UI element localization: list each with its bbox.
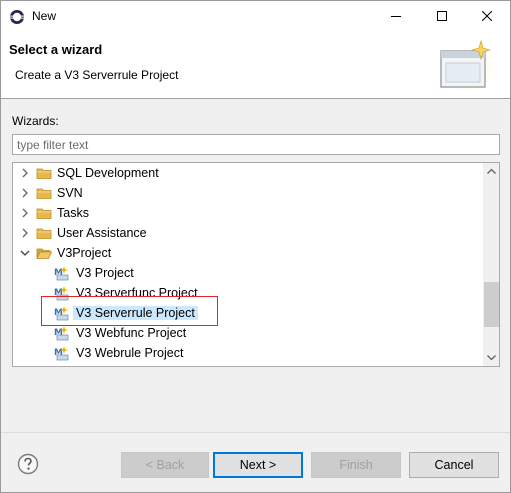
filter-input[interactable] <box>12 134 500 155</box>
v3-wizard-icon: M <box>54 266 69 281</box>
page-title: Select a wizard <box>9 42 103 57</box>
tree-item-label: SVN <box>57 186 83 200</box>
wizard-tree[interactable]: SQL Development SVN Tasks User Assistanc… <box>12 162 500 367</box>
v3-wizard-icon: M <box>54 346 69 361</box>
annotation-highlight-box <box>41 296 218 326</box>
tree-item-partial: M <box>13 363 483 367</box>
new-wizard-banner-icon <box>439 39 495 93</box>
tree-item-v3-webfunc-project[interactable]: M V3 Webfunc Project <box>13 323 483 343</box>
folder-icon <box>36 228 52 239</box>
new-wizard-dialog: New Select a wizard Create a V3 Serverru… <box>0 0 511 493</box>
tree-item-label: V3 Project <box>76 266 134 280</box>
chevron-down-icon[interactable] <box>19 247 31 259</box>
tree-scrollbar[interactable] <box>483 163 500 366</box>
folder-icon <box>36 168 52 179</box>
finish-button[interactable]: Finish <box>311 452 401 478</box>
next-button[interactable]: Next > <box>213 452 303 478</box>
tree-item-label: V3Project <box>57 246 112 260</box>
folder-open-icon <box>36 248 52 259</box>
v3-wizard-icon: M <box>54 365 70 367</box>
folder-icon <box>36 208 52 219</box>
chevron-right-icon[interactable] <box>19 207 31 219</box>
tree-item-label: V3 Webrule Project <box>76 346 184 360</box>
tree-item-label: Tasks <box>57 206 89 220</box>
tree-item-sql-development[interactable]: SQL Development <box>13 163 483 183</box>
eclipse-app-icon <box>10 10 24 24</box>
chevron-right-icon[interactable] <box>19 187 31 199</box>
chevron-right-icon[interactable] <box>19 227 31 239</box>
tree-item-v3project[interactable]: V3Project <box>13 243 483 263</box>
cancel-button[interactable]: Cancel <box>409 452 499 478</box>
maximize-icon <box>437 11 447 21</box>
window-title: New <box>32 9 57 23</box>
tree-item-tasks[interactable]: Tasks <box>13 203 483 223</box>
page-description: Create a V3 Serverrule Project <box>15 68 179 82</box>
tree-item-label: User Assistance <box>57 226 147 240</box>
v3-wizard-icon: M <box>54 326 69 341</box>
tree-item-v3-webrule-project[interactable]: M V3 Webrule Project <box>13 343 483 363</box>
maximize-button[interactable] <box>419 1 465 31</box>
help-icon[interactable] <box>17 453 39 475</box>
scrollbar-thumb[interactable] <box>484 282 499 327</box>
close-icon <box>482 11 492 21</box>
wizard-header: Select a wizard Create a V3 Serverrule P… <box>1 31 510 99</box>
scroll-down-icon[interactable] <box>483 349 500 366</box>
minimize-button[interactable] <box>373 1 419 31</box>
title-bar: New <box>1 1 510 31</box>
scroll-up-icon[interactable] <box>483 163 500 180</box>
tree-item-label: V3 Webfunc Project <box>76 326 187 340</box>
close-button[interactable] <box>464 1 510 31</box>
wizards-label: Wizards: <box>12 114 59 128</box>
chevron-right-icon[interactable] <box>19 167 31 179</box>
tree-item-v3-project[interactable]: M V3 Project <box>13 263 483 283</box>
folder-icon <box>36 188 52 199</box>
back-button[interactable]: < Back <box>121 452 209 478</box>
minimize-icon <box>391 16 401 17</box>
tree-item-label: SQL Development <box>57 166 159 180</box>
footer-divider <box>1 432 510 433</box>
tree-item-svn[interactable]: SVN <box>13 183 483 203</box>
tree-item-user-assistance[interactable]: User Assistance <box>13 223 483 243</box>
